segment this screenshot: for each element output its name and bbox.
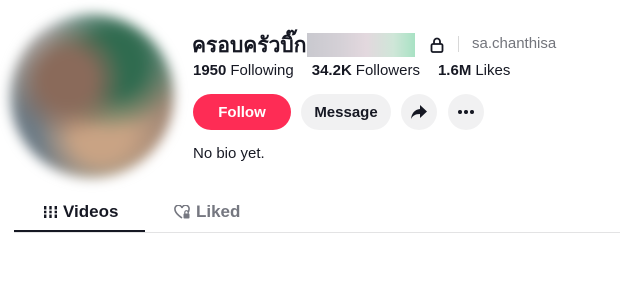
name-separator: [458, 36, 459, 52]
display-name: ครอบครัวบิ๊ก: [192, 32, 307, 57]
profile-stats: 1950 Following 34.2K Followers 1.6M Likes: [193, 62, 528, 79]
lock-icon: [430, 37, 444, 53]
heart-lock-icon: [174, 205, 190, 219]
profile-bio: No bio yet.: [193, 145, 265, 162]
profile-avatar[interactable]: [10, 14, 174, 178]
likes-count: 1.6M: [437, 62, 472, 79]
tab-liked[interactable]: Liked: [174, 202, 240, 222]
followers-count: 34.2K: [311, 62, 352, 79]
more-options-button[interactable]: [448, 94, 484, 130]
following-count: 1950: [193, 62, 227, 79]
tab-videos[interactable]: Videos: [44, 202, 118, 222]
tab-liked-label: Liked: [196, 202, 241, 221]
tab-videos-label: Videos: [63, 202, 119, 221]
followers-label: Followers: [355, 62, 420, 79]
share-button[interactable]: [401, 94, 437, 130]
username: sa.chanthisa: [472, 35, 557, 52]
follow-button[interactable]: Follow: [193, 94, 291, 130]
redacted-name-block: [307, 33, 416, 57]
display-name-row: ครอบครัวบิ๊ก: [192, 31, 416, 59]
more-dots-icon: [458, 110, 474, 114]
followers-stat[interactable]: 34.2K Followers: [312, 62, 420, 79]
likes-stat: 1.6M Likes: [438, 62, 510, 79]
following-label: Following: [230, 62, 294, 79]
message-button[interactable]: Message: [301, 94, 391, 130]
active-tab-indicator: [14, 230, 145, 232]
following-stat[interactable]: 1950 Following: [193, 62, 294, 79]
share-arrow-icon: [411, 105, 427, 119]
likes-label: Likes: [475, 62, 511, 79]
grid-icon: [44, 206, 57, 218]
profile-tabs: Videos Liked: [14, 196, 620, 233]
